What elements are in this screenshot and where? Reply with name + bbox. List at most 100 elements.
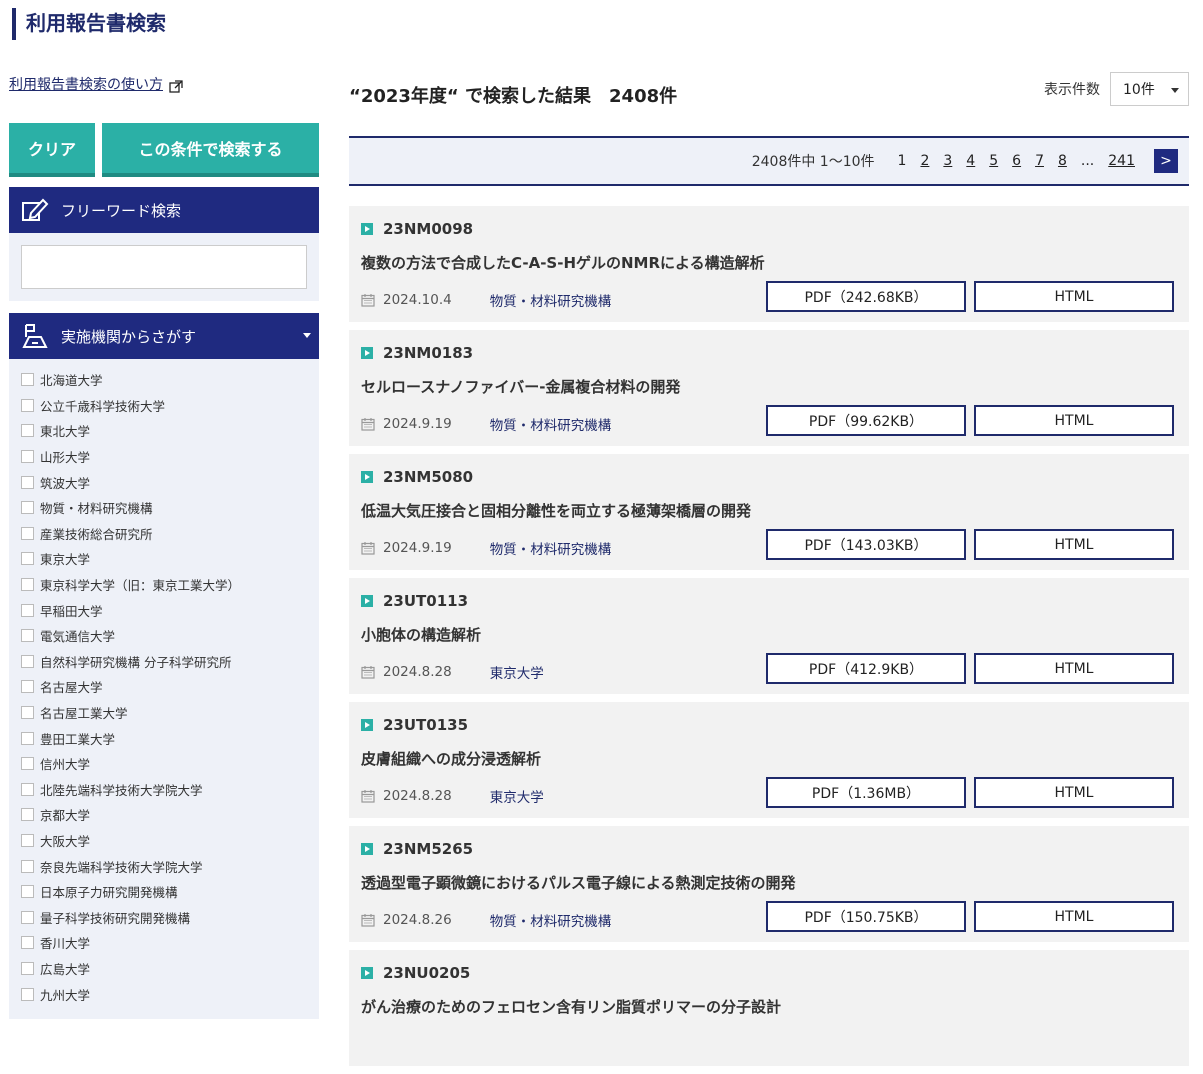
pdf-button[interactable]: PDF（99.62KB） (766, 405, 966, 436)
page-link[interactable]: 3 (943, 153, 952, 169)
page-link-last[interactable]: 241 (1108, 153, 1135, 169)
result-id[interactable]: 23NM0183 (361, 344, 473, 362)
result-id-label[interactable]: 23NM5265 (383, 840, 473, 858)
html-button[interactable]: HTML (974, 653, 1174, 684)
html-button[interactable]: HTML (974, 901, 1174, 932)
institution-checkbox[interactable] (21, 885, 34, 899)
institution-checkbox[interactable] (21, 680, 34, 694)
institution-checkbox[interactable] (21, 910, 34, 924)
institution-checkbox[interactable] (21, 654, 34, 668)
page-link[interactable]: 4 (966, 153, 975, 169)
result-id-label[interactable]: 23UT0135 (383, 716, 468, 734)
result-id-label[interactable]: 23NU0205 (383, 964, 470, 982)
pdf-button[interactable]: PDF（143.03KB） (766, 529, 966, 560)
result-list: 23NM0098 複数の方法で合成したC-A-S-HゲルのNMRによる構造解析 20… (349, 206, 1189, 1074)
institution-item[interactable]: 九州大学 (21, 981, 307, 1007)
institution-item[interactable]: 早稲田大学 (21, 597, 307, 623)
howto-link-label[interactable]: 利用報告書検索の使い方 (9, 74, 163, 94)
institution-item[interactable]: 広島大学 (21, 956, 307, 982)
html-button[interactable]: HTML (974, 405, 1174, 436)
institution-item[interactable]: 筑波大学 (21, 469, 307, 495)
freeword-input[interactable] (21, 245, 307, 289)
institution-item[interactable]: 公立千歳科学技術大学 (21, 393, 307, 419)
per-page-value: 10件 (1123, 82, 1155, 98)
institution-checkbox[interactable] (21, 782, 34, 796)
pdf-button[interactable]: PDF（150.75KB） (766, 901, 966, 932)
pdf-button[interactable]: PDF（412.9KB） (766, 653, 966, 684)
result-date: 2024.10.4 (383, 292, 452, 308)
institution-checkbox[interactable] (21, 859, 34, 873)
clear-button[interactable]: クリア (9, 123, 95, 177)
institution-list: 北海道大学 公立千歳科学技術大学 東北大学 山形大学 筑波大学 物質・材料研究機構 産業技術… (9, 359, 319, 1019)
institution-checkbox[interactable] (21, 398, 34, 412)
result-id[interactable]: 23NU0205 (361, 964, 470, 982)
institution-item[interactable]: 日本原子力研究開発機構 (21, 879, 307, 905)
institution-checkbox[interactable] (21, 833, 34, 847)
institution-checkbox[interactable] (21, 961, 34, 975)
institution-item[interactable]: 奈良先端科学技術大学院大学 (21, 853, 307, 879)
result-id-label[interactable]: 23NM0098 (383, 220, 473, 238)
institution-checkbox[interactable] (21, 578, 34, 592)
institution-item[interactable]: 東京科学大学（旧：東京工業大学） (21, 572, 307, 598)
institution-item[interactable]: 東北大学 (21, 418, 307, 444)
institution-checkbox[interactable] (21, 450, 34, 464)
page-link[interactable]: 5 (989, 153, 998, 169)
result-id[interactable]: 23UT0113 (361, 592, 468, 610)
institution-item[interactable]: 自然科学研究機構 分子科学研究所 (21, 649, 307, 675)
institution-checkbox[interactable] (21, 731, 34, 745)
institution-item[interactable]: 信州大学 (21, 751, 307, 777)
result-id-label[interactable]: 23NM5080 (383, 468, 473, 486)
institution-item[interactable]: 量子科学技術研究開発機構 (21, 904, 307, 930)
institution-item[interactable]: 大阪大学 (21, 828, 307, 854)
institution-item[interactable]: 北海道大学 (21, 367, 307, 393)
institution-checkbox[interactable] (21, 629, 34, 643)
result-id-label[interactable]: 23UT0113 (383, 592, 468, 610)
institution-checkbox[interactable] (21, 808, 34, 822)
institution-checkbox[interactable] (21, 526, 34, 540)
institution-checkbox[interactable] (21, 936, 34, 950)
institution-item[interactable]: 物質・材料研究機構 (21, 495, 307, 521)
play-icon (361, 223, 373, 235)
institution-item[interactable]: 名古屋工業大学 (21, 700, 307, 726)
institution-item[interactable]: 東京大学 (21, 546, 307, 572)
institution-checkbox[interactable] (21, 424, 34, 438)
pdf-button[interactable]: PDF（242.68KB） (766, 281, 966, 312)
institution-label: 早稲田大学 (40, 603, 103, 619)
play-icon (361, 843, 373, 855)
institution-item[interactable]: 産業技術総合研究所 (21, 521, 307, 547)
institution-item[interactable]: 電気通信大学 (21, 623, 307, 649)
html-button[interactable]: HTML (974, 777, 1174, 808)
per-page-select[interactable]: 10件 (1110, 72, 1189, 106)
institution-checkbox[interactable] (21, 603, 34, 617)
institution-item[interactable]: 名古屋大学 (21, 674, 307, 700)
search-button[interactable]: この条件で検索する (102, 123, 319, 177)
institution-item[interactable]: 京都大学 (21, 802, 307, 828)
next-page-button[interactable]: > (1154, 149, 1178, 173)
result-id[interactable]: 23NM0098 (361, 220, 473, 238)
page-link[interactable]: 2 (920, 153, 929, 169)
result-id[interactable]: 23NM5265 (361, 840, 473, 858)
result-id-label[interactable]: 23NM0183 (383, 344, 473, 362)
html-button[interactable]: HTML (974, 281, 1174, 312)
institution-checkbox[interactable] (21, 475, 34, 489)
html-button[interactable]: HTML (974, 529, 1174, 560)
result-id[interactable]: 23UT0135 (361, 716, 468, 734)
institution-item[interactable]: 香川大学 (21, 930, 307, 956)
institution-checkbox[interactable] (21, 757, 34, 771)
result-id[interactable]: 23NM5080 (361, 468, 473, 486)
page-link[interactable]: 8 (1058, 153, 1067, 169)
page-link[interactable]: 7 (1035, 153, 1044, 169)
institution-checkbox[interactable] (21, 987, 34, 1001)
institution-checkbox[interactable] (21, 552, 34, 566)
pdf-button[interactable]: PDF（1.36MB） (766, 777, 966, 808)
institution-checkbox[interactable] (21, 706, 34, 720)
institution-item[interactable]: 山形大学 (21, 444, 307, 470)
page-link[interactable]: 6 (1012, 153, 1021, 169)
institution-item[interactable]: 北陸先端科学技術大学院大学 (21, 777, 307, 803)
institution-item[interactable]: 豊田工業大学 (21, 725, 307, 751)
institution-checkbox[interactable] (21, 501, 34, 515)
institution-checkbox[interactable] (21, 373, 34, 387)
howto-link[interactable]: 利用報告書検索の使い方 (9, 70, 319, 98)
institution-header[interactable]: 実施機関からさがす (9, 313, 319, 359)
institution-label: 香川大学 (40, 936, 91, 952)
